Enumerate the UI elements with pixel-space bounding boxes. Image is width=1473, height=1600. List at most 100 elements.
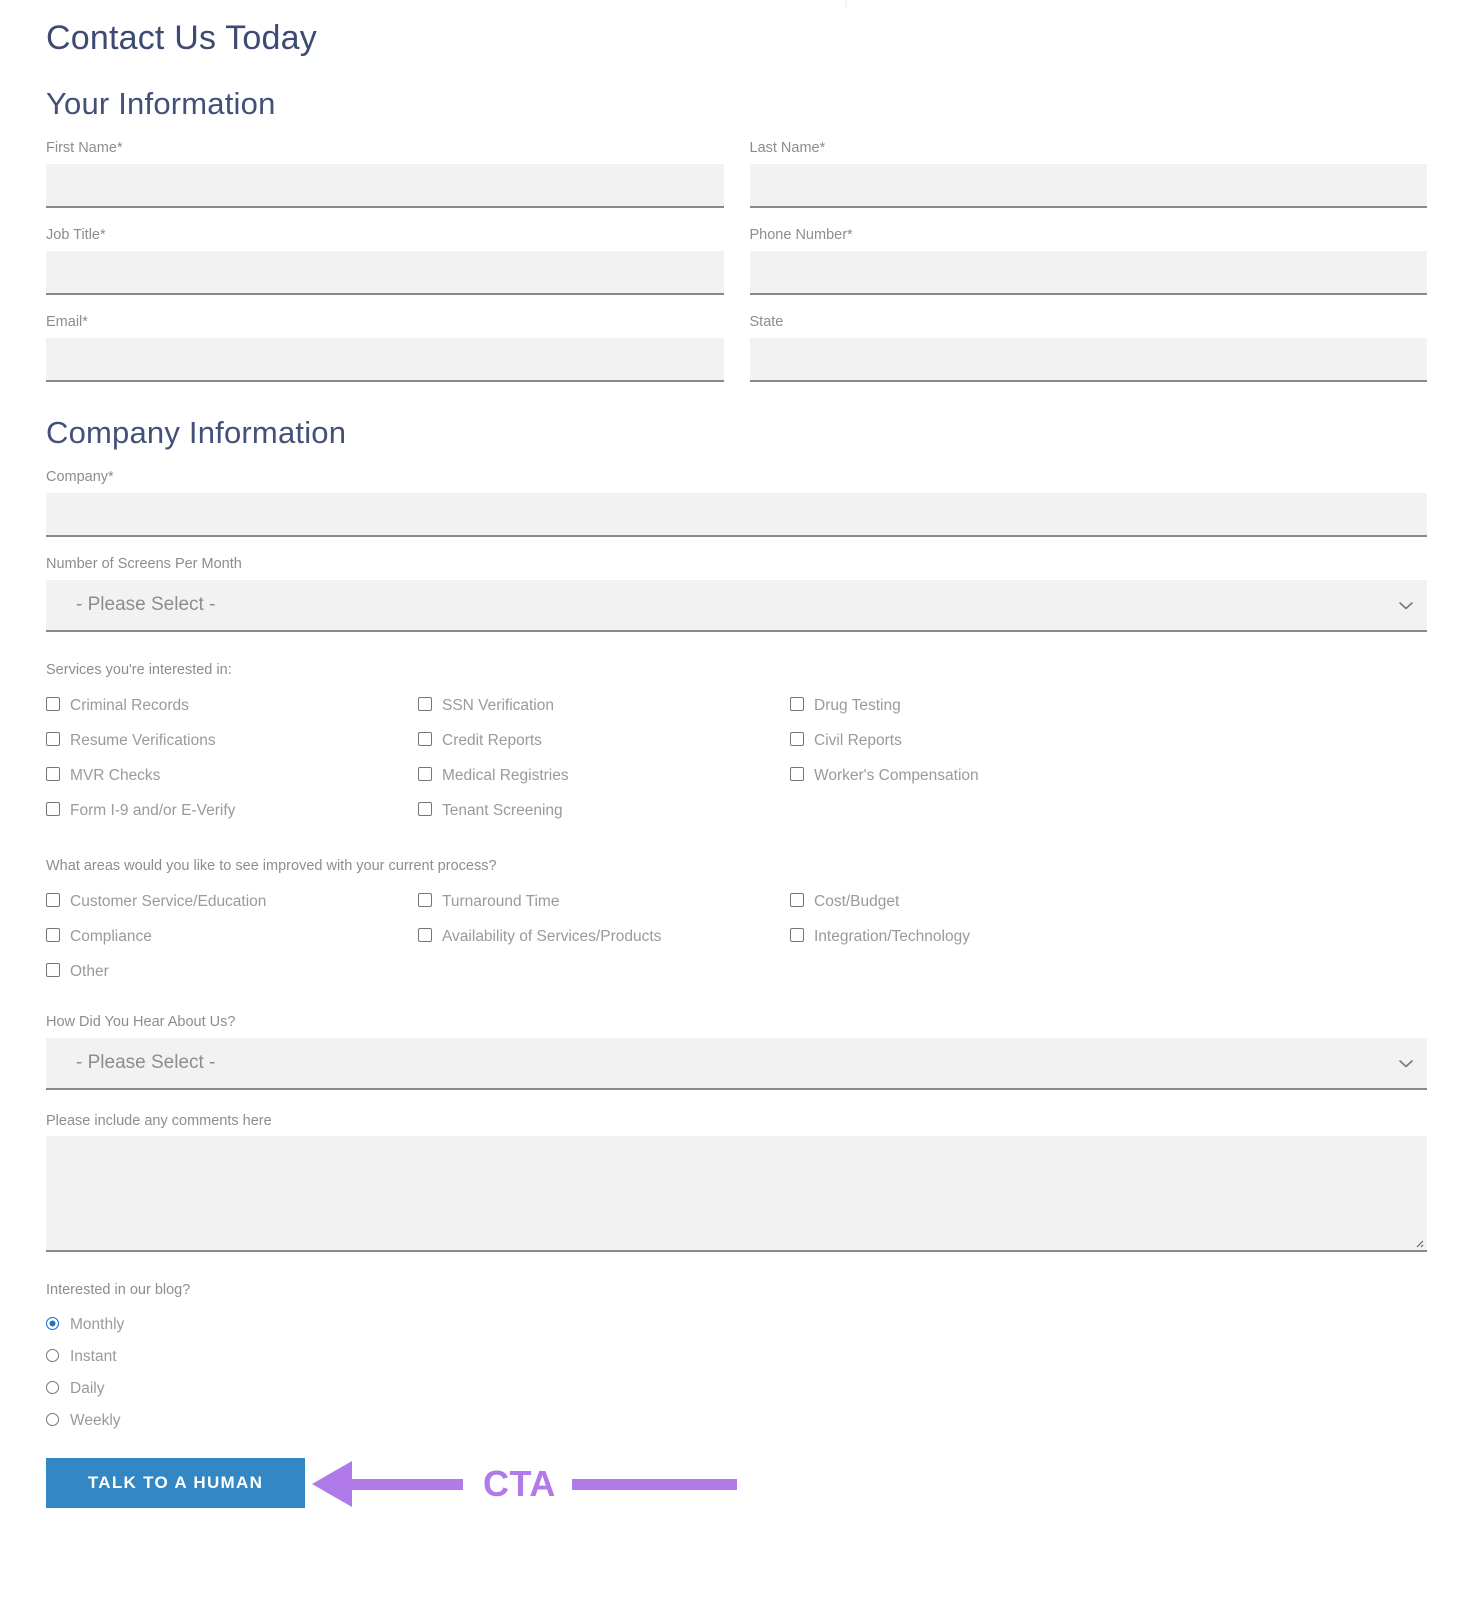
checkbox-item[interactable]: Integration/Technology	[790, 919, 1427, 954]
checkbox-item[interactable]: SSN Verification	[418, 688, 790, 723]
checkbox-label: Tenant Screening	[442, 801, 563, 819]
comments-textarea-wrap	[46, 1136, 1427, 1253]
annotation-line-right	[571, 1478, 737, 1490]
checkbox-item[interactable]: Form I-9 and/or E-Verify	[46, 793, 418, 828]
checkbox-icon[interactable]	[418, 767, 432, 782]
checkbox-item[interactable]: Criminal Records	[46, 688, 418, 723]
radio-icon[interactable]	[46, 1380, 59, 1394]
checkbox-item[interactable]: Availability of Services/Products	[418, 919, 790, 954]
checkbox-label: Resume Verifications	[70, 731, 216, 749]
checkbox-icon[interactable]	[46, 697, 60, 712]
checkbox-label: Medical Registries	[442, 766, 569, 784]
checkbox-icon[interactable]	[790, 893, 804, 908]
checkbox-icon[interactable]	[418, 928, 432, 943]
checkbox-icon[interactable]	[790, 732, 804, 747]
checkbox-item[interactable]: Worker's Compensation	[790, 758, 1427, 793]
checkbox-label: Availability of Services/Products	[442, 927, 662, 945]
field-group-job-title: Job Title*	[46, 226, 724, 296]
checkbox-label: MVR Checks	[70, 766, 161, 784]
checkbox-label: Compliance	[70, 927, 152, 945]
checkbox-item[interactable]: Compliance	[46, 919, 418, 954]
checkbox-label: Other	[70, 962, 109, 980]
checkbox-icon[interactable]	[790, 697, 804, 712]
state-input[interactable]	[749, 338, 1427, 383]
checkbox-spacer	[790, 954, 1427, 989]
company-label: Company*	[46, 469, 114, 486]
screens-per-month-label: Number of Screens Per Month	[46, 555, 242, 572]
company-input[interactable]	[46, 492, 1427, 537]
talk-to-a-human-button[interactable]: Talk to a Human	[46, 1458, 305, 1509]
radio-label: Weekly	[70, 1411, 121, 1429]
checkbox-spacer	[418, 954, 790, 989]
first-name-input[interactable]	[46, 164, 724, 209]
radio-label: Monthly	[70, 1315, 125, 1333]
comments-label: Please include any comments here	[46, 1112, 272, 1129]
checkbox-icon[interactable]	[418, 893, 432, 908]
last-name-input[interactable]	[749, 164, 1427, 209]
checkbox-item[interactable]: Resume Verifications	[46, 723, 418, 758]
radio-item-instant[interactable]: Instant	[46, 1340, 1427, 1372]
radio-item-monthly[interactable]: Monthly	[46, 1308, 1427, 1340]
services-group-label: Services you're interested in:	[46, 661, 232, 678]
checkbox-icon[interactable]	[46, 963, 60, 978]
field-group-how-did-you-hear: How Did You Hear About Us? - Please Sele…	[46, 1013, 1427, 1090]
checkbox-item[interactable]: Tenant Screening	[418, 793, 790, 828]
field-row-job-phone: Job Title* Phone Number*	[46, 226, 1427, 296]
blog-radio-group: Interested in our blog? Monthly Instant …	[46, 1282, 1427, 1436]
checkbox-icon[interactable]	[790, 928, 804, 943]
email-label: Email*	[46, 314, 88, 331]
checkbox-item[interactable]: Credit Reports	[418, 723, 790, 758]
radio-item-daily[interactable]: Daily	[46, 1372, 1427, 1404]
job-title-input[interactable]	[46, 251, 724, 296]
field-group-first-name: First Name*	[46, 139, 724, 209]
checkbox-item[interactable]: Medical Registries	[418, 758, 790, 793]
checkbox-item[interactable]: Customer Service/Education	[46, 884, 418, 919]
email-input[interactable]	[46, 338, 724, 383]
checkbox-label: Form I-9 and/or E-Verify	[70, 801, 236, 819]
checkbox-label: Civil Reports	[814, 731, 902, 749]
how-did-you-hear-select[interactable]: - Please Select -	[46, 1037, 1427, 1090]
checkbox-item[interactable]: MVR Checks	[46, 758, 418, 793]
field-group-last-name: Last Name*	[749, 139, 1427, 209]
checkbox-label: SSN Verification	[442, 696, 554, 714]
section-heading-company-information: Company Information	[46, 415, 347, 451]
checkbox-item[interactable]: Cost/Budget	[790, 884, 1427, 919]
radio-icon[interactable]	[46, 1348, 59, 1362]
checkbox-label: Cost/Budget	[814, 892, 900, 910]
checkbox-label: Turnaround Time	[442, 892, 560, 910]
checkbox-icon[interactable]	[46, 928, 60, 943]
field-row-email-state: Email* State	[46, 313, 1427, 383]
checkbox-item[interactable]: Drug Testing	[790, 688, 1427, 723]
first-name-label: First Name*	[46, 140, 123, 157]
radio-icon-selected[interactable]	[46, 1316, 59, 1330]
radio-label: Instant	[70, 1347, 117, 1365]
checkbox-label: Criminal Records	[70, 696, 189, 714]
field-group-screens-per-month: Number of Screens Per Month - Please Sel…	[46, 555, 1427, 632]
checkbox-icon[interactable]	[46, 893, 60, 908]
checkbox-icon[interactable]	[418, 732, 432, 747]
checkbox-icon[interactable]	[46, 732, 60, 747]
checkbox-icon[interactable]	[418, 697, 432, 712]
checkbox-label: Drug Testing	[814, 696, 901, 714]
blog-group-label: Interested in our blog?	[46, 1282, 191, 1299]
checkbox-spacer	[790, 793, 1427, 828]
screens-per-month-select[interactable]: - Please Select -	[46, 579, 1427, 632]
radio-item-weekly[interactable]: Weekly	[46, 1404, 1427, 1436]
field-group-comments: Please include any comments here	[46, 1112, 1427, 1253]
checkbox-label: Credit Reports	[442, 731, 542, 749]
checkbox-icon[interactable]	[46, 767, 60, 782]
checkbox-item[interactable]: Other	[46, 954, 418, 989]
phone-number-label: Phone Number*	[749, 227, 853, 244]
checkbox-item[interactable]: Turnaround Time	[418, 884, 790, 919]
radio-icon[interactable]	[46, 1412, 59, 1426]
checkbox-icon[interactable]	[46, 802, 60, 817]
comments-textarea[interactable]	[46, 1136, 1427, 1253]
checkbox-label: Customer Service/Education	[70, 892, 267, 910]
checkbox-icon[interactable]	[418, 802, 432, 817]
phone-number-input[interactable]	[749, 251, 1427, 296]
checkbox-item[interactable]: Civil Reports	[790, 723, 1427, 758]
how-did-you-hear-label: How Did You Hear About Us?	[46, 1013, 236, 1030]
checkbox-label: Worker's Compensation	[814, 766, 979, 784]
checkbox-icon[interactable]	[790, 767, 804, 782]
page-title: Contact Us Today	[46, 19, 317, 57]
